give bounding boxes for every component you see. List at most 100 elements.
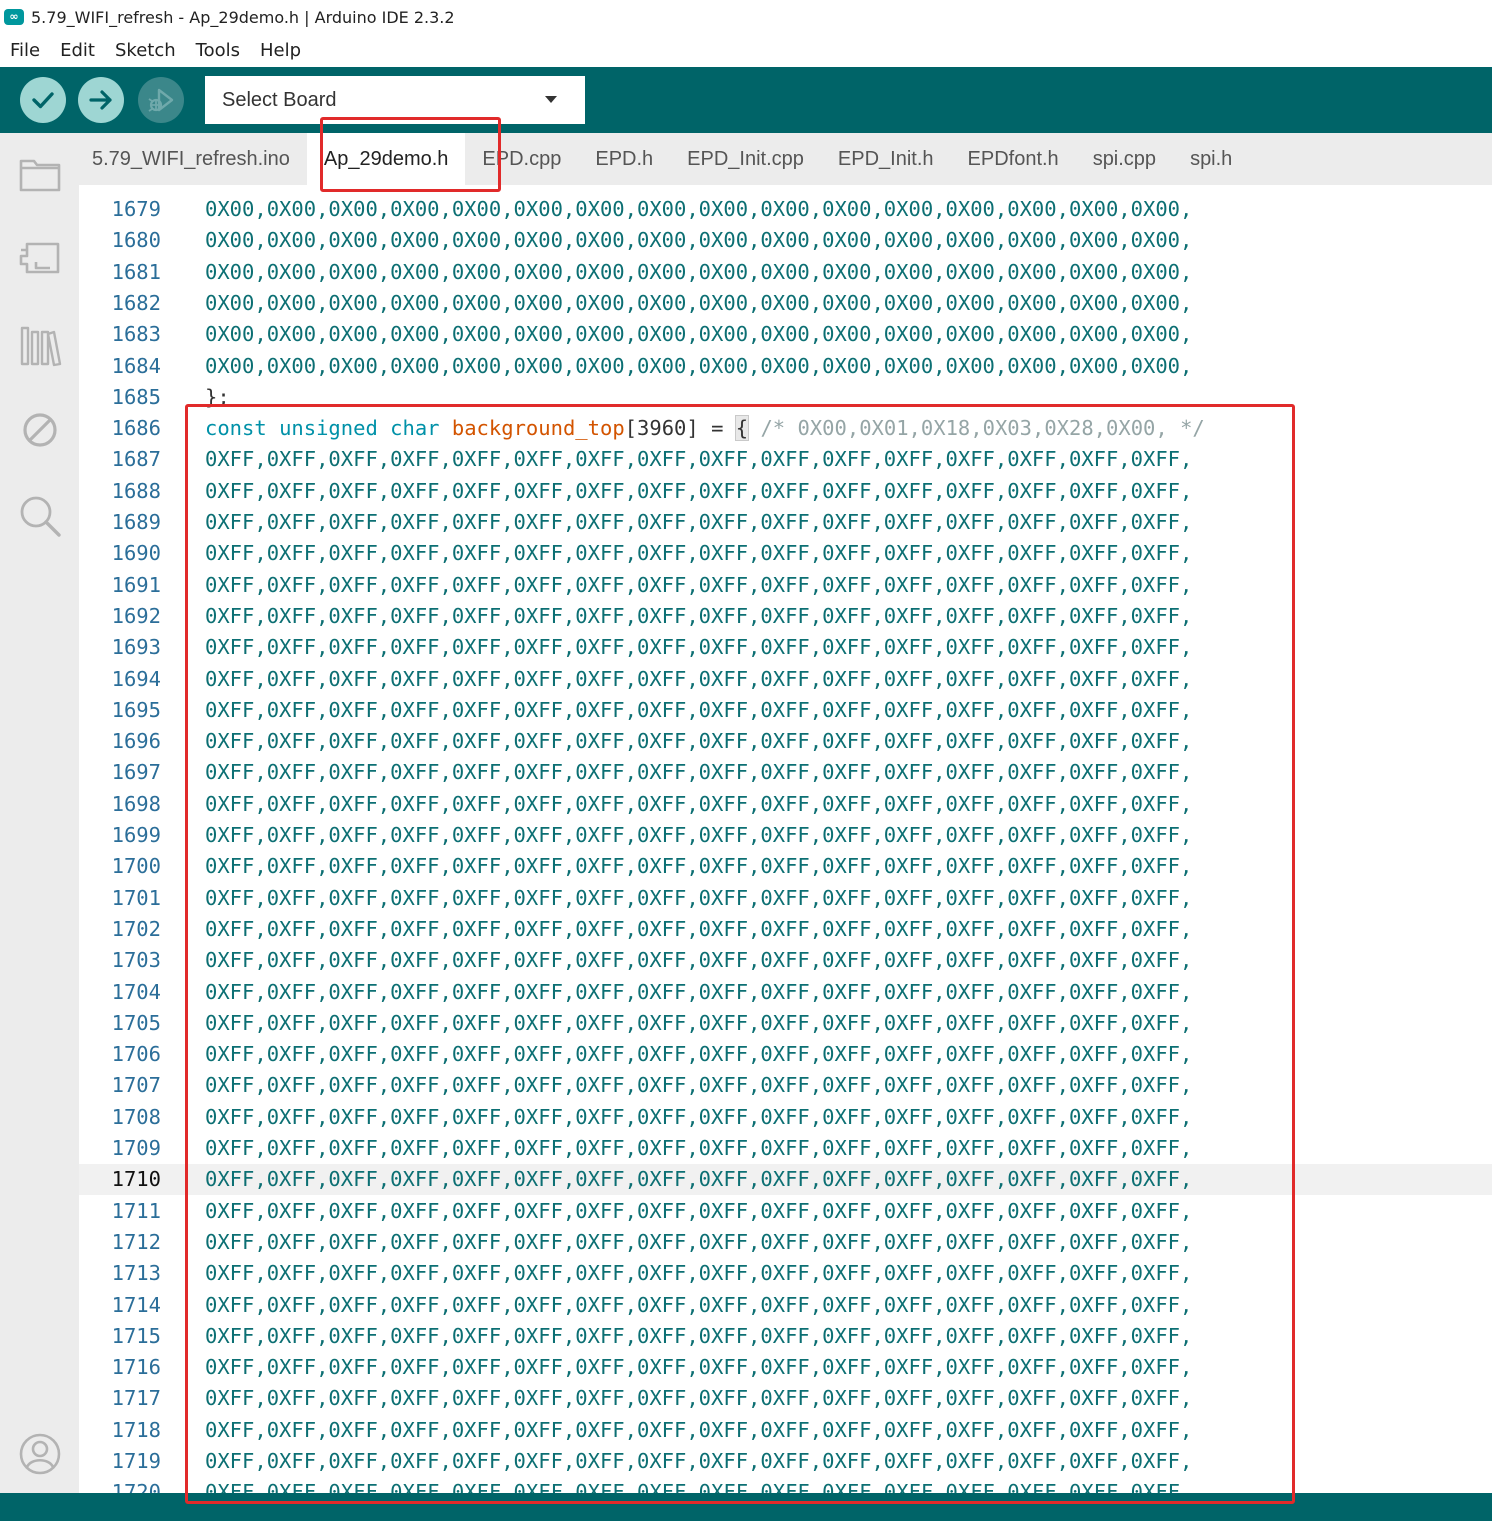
boards-manager-icon[interactable] <box>17 235 63 281</box>
tab-spi-h[interactable]: spi.h <box>1173 133 1249 185</box>
code-line[interactable]: 1708 0XFF,0XFF,0XFF,0XFF,0XFF,0XFF,0XFF,0… <box>79 1102 1492 1133</box>
code-line[interactable]: 1713 0XFF,0XFF,0XFF,0XFF,0XFF,0XFF,0XFF,0… <box>79 1258 1492 1289</box>
code-line[interactable]: 1679 0X00,0X00,0X00,0X00,0X00,0X00,0X00,0… <box>79 194 1492 225</box>
code-editor[interactable]: 1679 0X00,0X00,0X00,0X00,0X00,0X00,0X00,0… <box>79 185 1492 1493</box>
code-line[interactable]: 1681 0X00,0X00,0X00,0X00,0X00,0X00,0X00,0… <box>79 257 1492 288</box>
code-line[interactable]: 1717 0XFF,0XFF,0XFF,0XFF,0XFF,0XFF,0XFF,0… <box>79 1383 1492 1414</box>
code-line[interactable]: 1714 0XFF,0XFF,0XFF,0XFF,0XFF,0XFF,0XFF,0… <box>79 1290 1492 1321</box>
code-line[interactable]: 1705 0XFF,0XFF,0XFF,0XFF,0XFF,0XFF,0XFF,0… <box>79 1008 1492 1039</box>
line-number: 1685 <box>111 384 161 409</box>
menu-bar: File Edit Sketch Tools Help <box>0 34 1492 67</box>
code-line[interactable]: 1687 0XFF,0XFF,0XFF,0XFF,0XFF,0XFF,0XFF,0… <box>79 444 1492 475</box>
code-line[interactable]: 1690 0XFF,0XFF,0XFF,0XFF,0XFF,0XFF,0XFF,0… <box>79 538 1492 569</box>
code-line[interactable]: 1711 0XFF,0XFF,0XFF,0XFF,0XFF,0XFF,0XFF,0… <box>79 1196 1492 1227</box>
code-line[interactable]: 1709 0XFF,0XFF,0XFF,0XFF,0XFF,0XFF,0XFF,0… <box>79 1133 1492 1164</box>
code-line[interactable]: 1701 0XFF,0XFF,0XFF,0XFF,0XFF,0XFF,0XFF,0… <box>79 883 1492 914</box>
search-icon[interactable] <box>17 493 63 539</box>
library-manager-icon[interactable] <box>17 323 63 369</box>
code-line[interactable]: 1686 const unsigned char background_top[3… <box>79 413 1492 444</box>
line-number: 1696 <box>111 729 161 754</box>
token-eq: = <box>698 416 736 441</box>
token-size: [3960] <box>624 416 699 441</box>
code-line[interactable]: 1703 0XFF,0XFF,0XFF,0XFF,0XFF,0XFF,0XFF,0… <box>79 945 1492 976</box>
code-line[interactable]: 1689 0XFF,0XFF,0XFF,0XFF,0XFF,0XFF,0XFF,0… <box>79 507 1492 538</box>
code-line[interactable]: 1680 0X00,0X00,0X00,0X00,0X00,0X00,0X00,0… <box>79 225 1492 256</box>
upload-button[interactable] <box>78 77 124 123</box>
debug-disabled-icon[interactable] <box>17 407 63 453</box>
code-line[interactable]: 1702 0XFF,0XFF,0XFF,0XFF,0XFF,0XFF,0XFF,0… <box>79 914 1492 945</box>
code-text: 0XFF,0XFF,0XFF,0XFF,0XFF,0XFF,0XFF,0XFF,… <box>205 854 1193 879</box>
code-line[interactable]: 1682 0X00,0X00,0X00,0X00,0X00,0X00,0X00,0… <box>79 288 1492 319</box>
code-line[interactable]: 1707 0XFF,0XFF,0XFF,0XFF,0XFF,0XFF,0XFF,0… <box>79 1070 1492 1101</box>
board-selector-label: Select Board <box>222 88 337 111</box>
menu-sketch[interactable]: Sketch <box>105 40 186 61</box>
line-number: 1716 <box>111 1355 161 1380</box>
tab-epdfont-h[interactable]: EPDfont.h <box>951 133 1076 185</box>
code-text: 0XFF,0XFF,0XFF,0XFF,0XFF,0XFF,0XFF,0XFF,… <box>205 1292 1193 1317</box>
code-line[interactable]: 1704 0XFF,0XFF,0XFF,0XFF,0XFF,0XFF,0XFF,0… <box>79 977 1492 1008</box>
code-text: 0XFF,0XFF,0XFF,0XFF,0XFF,0XFF,0XFF,0XFF,… <box>205 1073 1193 1098</box>
code-line[interactable]: 1683 0X00,0X00,0X00,0X00,0X00,0X00,0X00,0… <box>79 319 1492 350</box>
tab-ap-29demo-h[interactable]: Ap_29demo.h <box>306 133 466 185</box>
code-line[interactable]: 1692 0XFF,0XFF,0XFF,0XFF,0XFF,0XFF,0XFF,0… <box>79 601 1492 632</box>
code-line[interactable]: 1693 0XFF,0XFF,0XFF,0XFF,0XFF,0XFF,0XFF,0… <box>79 632 1492 663</box>
code-line[interactable]: 1696 0XFF,0XFF,0XFF,0XFF,0XFF,0XFF,0XFF,0… <box>79 726 1492 757</box>
code-line[interactable]: 1691 0XFF,0XFF,0XFF,0XFF,0XFF,0XFF,0XFF,0… <box>79 570 1492 601</box>
code-line[interactable]: 1695 0XFF,0XFF,0XFF,0XFF,0XFF,0XFF,0XFF,0… <box>79 695 1492 726</box>
code-text: 0X00,0X00,0X00,0X00,0X00,0X00,0X00,0X00,… <box>205 322 1193 347</box>
code-line[interactable]: 1706 0XFF,0XFF,0XFF,0XFF,0XFF,0XFF,0XFF,0… <box>79 1039 1492 1070</box>
code-line[interactable]: 1694 0XFF,0XFF,0XFF,0XFF,0XFF,0XFF,0XFF,0… <box>79 664 1492 695</box>
code-line[interactable]: 1688 0XFF,0XFF,0XFF,0XFF,0XFF,0XFF,0XFF,0… <box>79 476 1492 507</box>
code-line[interactable]: 1715 0XFF,0XFF,0XFF,0XFF,0XFF,0XFF,0XFF,0… <box>79 1321 1492 1352</box>
debug-button[interactable] <box>138 77 184 123</box>
code-text: 0XFF,0XFF,0XFF,0XFF,0XFF,0XFF,0XFF,0XFF,… <box>205 603 1193 628</box>
menu-edit[interactable]: Edit <box>50 40 105 61</box>
line-number: 1718 <box>111 1417 161 1442</box>
code-line[interactable]: 1684 0X00,0X00,0X00,0X00,0X00,0X00,0X00,0… <box>79 351 1492 382</box>
code-text: 0X00,0X00,0X00,0X00,0X00,0X00,0X00,0X00,… <box>205 259 1193 284</box>
tab-epd-init-cpp[interactable]: EPD_Init.cpp <box>670 133 821 185</box>
code-line[interactable]: 1700 0XFF,0XFF,0XFF,0XFF,0XFF,0XFF,0XFF,0… <box>79 851 1492 882</box>
menu-help[interactable]: Help <box>250 40 311 61</box>
code-text: 0XFF,0XFF,0XFF,0XFF,0XFF,0XFF,0XFF,0XFF,… <box>205 635 1193 660</box>
line-number: 1713 <box>111 1261 161 1286</box>
tab-epd-h[interactable]: EPD.h <box>578 133 670 185</box>
verify-button[interactable] <box>20 77 66 123</box>
code-line[interactable]: 1716 0XFF,0XFF,0XFF,0XFF,0XFF,0XFF,0XFF,0… <box>79 1352 1492 1383</box>
line-number: 1703 <box>111 948 161 973</box>
tab-5-79-wifi-refresh-ino[interactable]: 5.79_WIFI_refresh.ino <box>79 133 307 185</box>
code-text: 0XFF,0XFF,0XFF,0XFF,0XFF,0XFF,0XFF,0XFF,… <box>205 1198 1193 1223</box>
menu-file[interactable]: File <box>0 40 50 61</box>
line-number: 1717 <box>111 1386 161 1411</box>
line-number: 1704 <box>111 979 161 1004</box>
menu-tools[interactable]: Tools <box>186 40 250 61</box>
code-line[interactable]: 1697 0XFF,0XFF,0XFF,0XFF,0XFF,0XFF,0XFF,0… <box>79 757 1492 788</box>
code-line[interactable]: 1685}; <box>79 382 1492 413</box>
code-text: 0X00,0X00,0X00,0X00,0X00,0X00,0X00,0X00,… <box>205 228 1193 253</box>
code-text: 0XFF,0XFF,0XFF,0XFF,0XFF,0XFF,0XFF,0XFF,… <box>205 1010 1193 1035</box>
code-text: 0XFF,0XFF,0XFF,0XFF,0XFF,0XFF,0XFF,0XFF,… <box>205 510 1193 534</box>
code-text: 0XFF,0XFF,0XFF,0XFF,0XFF,0XFF,0XFF,0XFF,… <box>205 1261 1193 1286</box>
code-text: 0XFF,0XFF,0XFF,0XFF,0XFF,0XFF,0XFF,0XFF,… <box>205 1386 1193 1411</box>
code-line[interactable]: 1720 0XFF,0XFF,0XFF,0XFF,0XFF,0XFF,0XFF,0… <box>79 1477 1492 1493</box>
code-line[interactable]: 1698 0XFF,0XFF,0XFF,0XFF,0XFF,0XFF,0XFF,0… <box>79 789 1492 820</box>
account-icon[interactable] <box>17 1431 63 1477</box>
code-text: 0XFF,0XFF,0XFF,0XFF,0XFF,0XFF,0XFF,0XFF,… <box>205 697 1193 722</box>
code-line[interactable]: 1710 0XFF,0XFF,0XFF,0XFF,0XFF,0XFF,0XFF,0… <box>79 1164 1492 1196</box>
token-kw1: const <box>205 416 267 441</box>
code-line[interactable]: 1699 0XFF,0XFF,0XFF,0XFF,0XFF,0XFF,0XFF,0… <box>79 820 1492 851</box>
code-line[interactable]: 1718 0XFF,0XFF,0XFF,0XFF,0XFF,0XFF,0XFF,0… <box>79 1415 1492 1446</box>
line-number: 1695 <box>111 697 161 722</box>
tab-epd-cpp[interactable]: EPD.cpp <box>465 133 578 185</box>
tab-spi-cpp[interactable]: spi.cpp <box>1076 133 1173 185</box>
board-selector[interactable]: Select Board <box>205 76 585 124</box>
code-line[interactable]: 1719 0XFF,0XFF,0XFF,0XFF,0XFF,0XFF,0XFF,0… <box>79 1446 1492 1477</box>
code-text: 0XFF,0XFF,0XFF,0XFF,0XFF,0XFF,0XFF,0XFF,… <box>205 1417 1193 1442</box>
sketchbook-folder-icon[interactable] <box>17 150 63 196</box>
tab-epd-init-h[interactable]: EPD_Init.h <box>821 133 951 185</box>
code-line[interactable]: 1712 0XFF,0XFF,0XFF,0XFF,0XFF,0XFF,0XFF,0… <box>79 1227 1492 1258</box>
code-text: 0XFF,0XFF,0XFF,0XFF,0XFF,0XFF,0XFF,0XFF,… <box>205 916 1193 941</box>
token-comment: /* 0X00,0X01,0X18,0X03,0X28,0X00, */ <box>748 416 1205 441</box>
token-brace: { <box>734 415 750 442</box>
code-text: 0XFF,0XFF,0XFF,0XFF,0XFF,0XFF,0XFF,0XFF,… <box>205 478 1193 503</box>
